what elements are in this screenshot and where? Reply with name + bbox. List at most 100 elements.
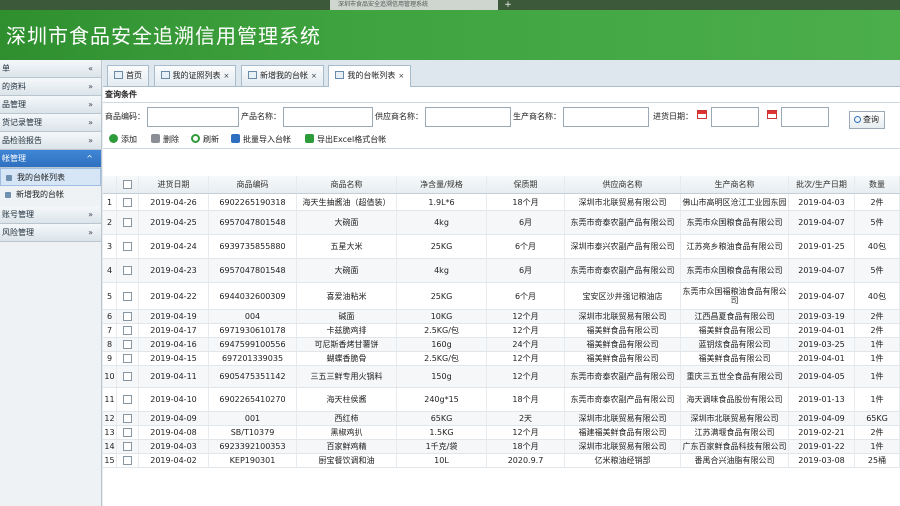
table-row[interactable]: 3 2019-04-24 6939735855880 五星大米 25KG 6个月 深圳市泰兴… <box>103 235 900 259</box>
sidebar-group-label: 货记录管理 <box>2 118 42 127</box>
row-checkbox[interactable] <box>123 242 132 251</box>
calendar-icon[interactable] <box>697 110 707 119</box>
sidebar-item-add-ledger[interactable]: 新增我的台帐 <box>0 186 101 204</box>
table-cell: 1件 <box>855 338 900 351</box>
close-icon[interactable]: × <box>398 72 404 80</box>
sidebar-group-4[interactable]: 货记录管理 » <box>0 114 101 132</box>
row-checkbox[interactable] <box>123 312 132 321</box>
table-header-row: 进货日期 商品编码 商品名称 净含量/规格 保质期 供应商名称 生产商名称 批次/生产日期 数量 <box>103 176 900 194</box>
row-checkbox[interactable] <box>123 395 132 404</box>
table-cell: 大碗面 <box>297 259 397 282</box>
sidebar-group-3[interactable]: 品管理 » <box>0 96 101 114</box>
row-checkbox-cell <box>117 310 139 323</box>
sidebar-item-label: 新增我的台帐 <box>16 190 64 199</box>
row-checkbox[interactable] <box>123 354 132 363</box>
date-from-input[interactable] <box>711 107 759 127</box>
row-checkbox[interactable] <box>123 291 132 301</box>
table-row[interactable]: 8 2019-04-16 6947599100556 可尼斯香烤甘薯饼 160g 24个月… <box>103 338 900 352</box>
row-checkbox[interactable] <box>123 428 132 437</box>
supplier-input[interactable] <box>425 107 511 127</box>
date-to-input[interactable] <box>781 107 829 127</box>
product-code-input[interactable] <box>147 107 239 127</box>
table-cell: 1千克/袋 <box>397 440 487 453</box>
table-row[interactable]: 12 2019-04-09 001 西红柿 65KG 2天 深圳市北联贸易有限公司 深圳市北联… <box>103 412 900 426</box>
row-checkbox[interactable] <box>123 372 132 381</box>
sidebar-group-account[interactable]: 账号管理 » <box>0 206 101 224</box>
sidebar-group-ledger[interactable]: 帐管理 ^ <box>0 150 101 168</box>
table-cell: 5件 <box>855 211 900 234</box>
table-row[interactable]: 9 2019-04-15 697201339035 蝴蝶香脆骨 2.5KG/包 12个月福… <box>103 352 900 366</box>
row-checkbox[interactable] <box>123 266 132 275</box>
table-row[interactable]: 2 2019-04-25 6957047801548 大碗面 4kg 6月 东莞市奇泰农副产… <box>103 211 900 235</box>
sidebar-group-2[interactable]: 的资料 » <box>0 78 101 96</box>
sidebar-item-ledger-list[interactable]: 我的台帐列表 <box>0 168 101 186</box>
browser-tab[interactable]: 深圳市食品安全追溯信用管理系统 <box>330 0 498 10</box>
row-checkbox[interactable] <box>123 340 132 349</box>
add-button[interactable]: 添加 <box>109 134 137 145</box>
table-row[interactable]: 10 2019-04-11 6905475351142 三五三鲜专用火锅料 150g 12… <box>103 366 900 388</box>
column-header: 数量 <box>855 176 900 193</box>
select-all-checkbox[interactable] <box>123 180 132 189</box>
table-row[interactable]: 1 2019-04-26 6902265190318 海天生抽酱油（超值装） 1.9L*… <box>103 194 900 211</box>
row-checkbox[interactable] <box>123 442 132 451</box>
table-cell: KEP190301 <box>209 454 297 467</box>
producer-input[interactable] <box>563 107 649 127</box>
search-icon <box>854 116 861 123</box>
row-number: 6 <box>103 310 117 323</box>
tab-home[interactable]: 首页 <box>107 65 149 86</box>
column-header: 商品编码 <box>209 176 297 193</box>
row-checkbox[interactable] <box>123 326 132 335</box>
row-checkbox[interactable] <box>123 456 132 465</box>
sidebar-group-risk[interactable]: 风险管理 » <box>0 224 101 242</box>
table-cell: 2.5KG/包 <box>397 352 487 365</box>
close-icon[interactable]: × <box>311 72 317 80</box>
sidebar-group-5[interactable]: 品检验报告 » <box>0 132 101 150</box>
table-cell: SB/T10379 <box>209 426 297 439</box>
table-cell: 65KG <box>397 412 487 425</box>
table-cell: 2019-04-09 <box>789 412 855 425</box>
table-cell: 东莞市奇泰农副产品有限公司 <box>565 388 681 411</box>
product-name-label: 产品名称： <box>241 112 281 121</box>
row-checkbox[interactable] <box>123 197 132 207</box>
table-cell: 18个月 <box>487 388 565 411</box>
import-button[interactable]: 批量导入台帐 <box>231 134 291 145</box>
delete-button[interactable]: 删除 <box>151 134 179 145</box>
collapse-icon[interactable]: « <box>88 60 93 77</box>
expand-icon: » <box>88 100 93 109</box>
table-cell: 2件 <box>855 310 900 323</box>
row-checkbox-cell <box>117 235 139 258</box>
table-row[interactable]: 13 2019-04-08 SB/T10379 黑椒鸡扒 1.5KG 12个月 福建福美鲜食… <box>103 426 900 440</box>
product-name-input[interactable] <box>283 107 373 127</box>
table-cell: 18个月 <box>487 194 565 210</box>
table-cell: 2019-01-22 <box>789 440 855 453</box>
tab-add-ledger[interactable]: 新增我的台帐 × <box>240 65 324 86</box>
table-cell: 001 <box>209 412 297 425</box>
table-row[interactable]: 6 2019-04-19 004 碱面 10KG 12个月 深圳市北联贸易有限公司 江西昌夏食… <box>103 310 900 324</box>
row-checkbox[interactable] <box>123 218 132 227</box>
table-cell: 卡兹脆鸡排 <box>297 324 397 337</box>
table-cell: 1.5KG <box>397 426 487 439</box>
calendar-icon[interactable] <box>767 110 777 119</box>
search-button[interactable]: 查询 <box>849 111 885 129</box>
tab-label: 我的台帐列表 <box>347 71 396 80</box>
table-row[interactable]: 5 2019-04-22 6944032600309 喜爱油粘米 25KG 6个月 宝安区沙… <box>103 283 900 310</box>
row-number: 4 <box>103 259 117 282</box>
table-row[interactable]: 14 2019-04-03 6923392100353 百家鲜鸡精 1千克/袋 18个月深… <box>103 440 900 454</box>
refresh-button[interactable]: 刷新 <box>191 134 219 145</box>
table-cell: 12个月 <box>487 366 565 387</box>
table-row[interactable]: 15 2019-04-02 KEP190301 厨宝餐饮调和油 10L 2020.9.7 亿… <box>103 454 900 468</box>
row-number-header <box>103 176 117 193</box>
new-tab-button[interactable]: + <box>502 0 514 10</box>
collapse-icon: ^ <box>86 154 93 163</box>
row-checkbox[interactable] <box>123 414 132 423</box>
export-excel-button[interactable]: 导出Excel格式台帐 <box>305 134 386 145</box>
close-icon[interactable]: × <box>224 72 230 80</box>
table-row[interactable]: 7 2019-04-17 6971930610178 卡兹脆鸡排 2.5KG/包 12个月… <box>103 324 900 338</box>
table-cell: 福美鲜食品有限公司 <box>681 352 789 365</box>
tab-license-list[interactable]: 我的证照列表 × <box>153 65 237 86</box>
table-row[interactable]: 11 2019-04-10 6902265410270 海天柱侯酱 240g*15 18个… <box>103 388 900 412</box>
sidebar-group-1[interactable]: 单 « <box>0 60 101 78</box>
table-cell: 2019-04-08 <box>139 426 209 439</box>
table-row[interactable]: 4 2019-04-23 6957047801548 大碗面 4kg 6月 东莞市奇泰农副产… <box>103 259 900 283</box>
tab-ledger-list[interactable]: 我的台帐列表 × <box>328 65 412 87</box>
